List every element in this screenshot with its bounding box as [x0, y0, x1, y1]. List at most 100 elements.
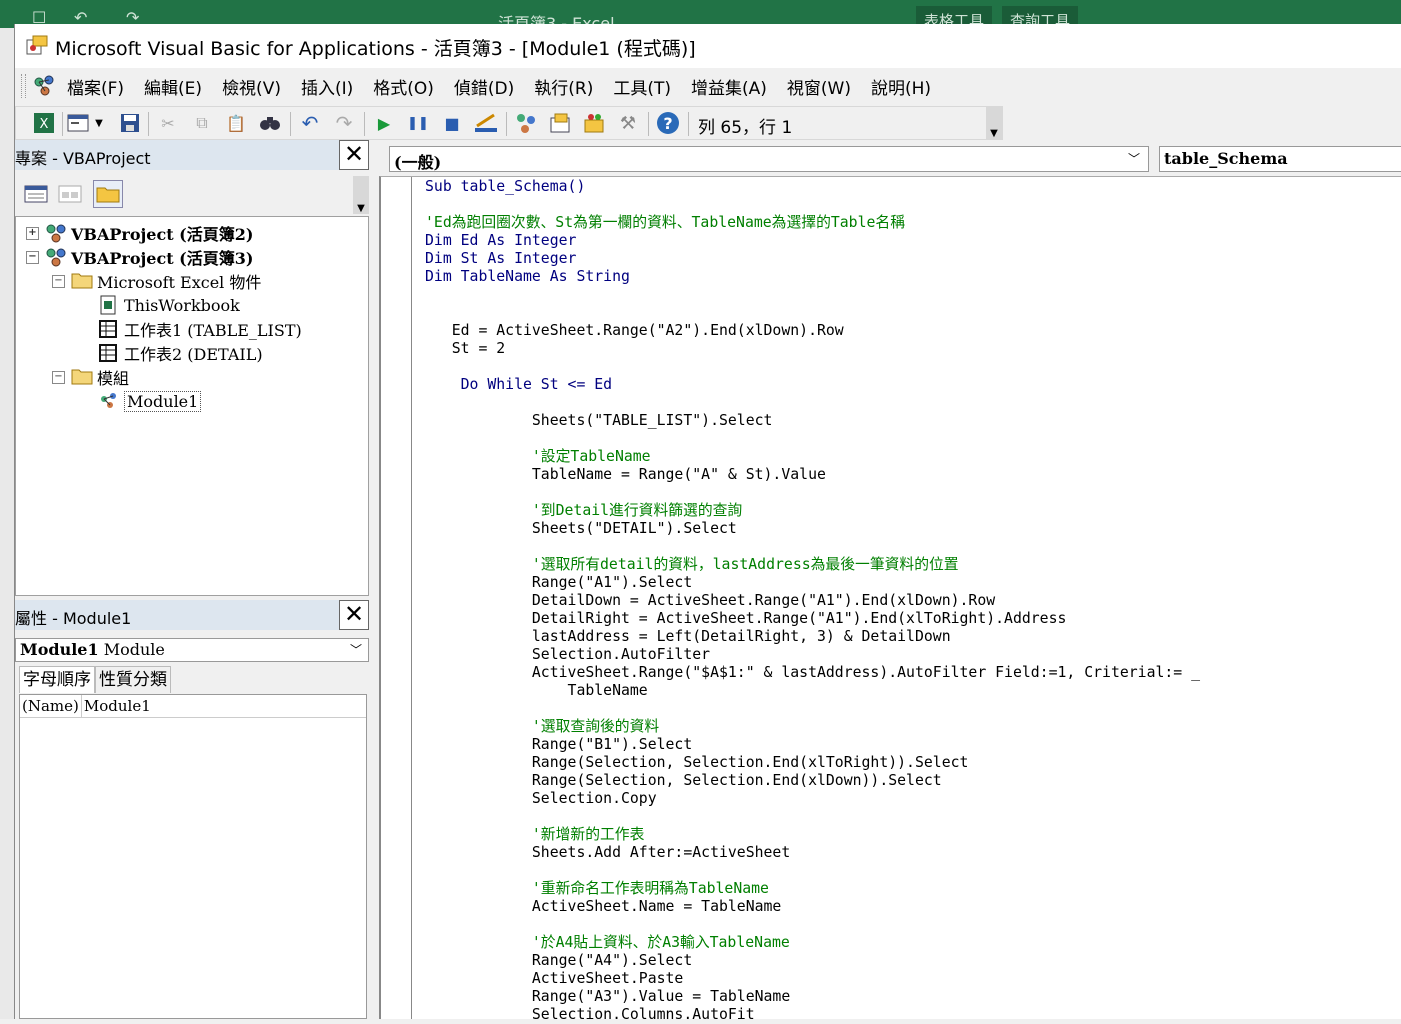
code-line[interactable]: ActiveSheet.Range("$A$1:" & lastAddress)… — [425, 664, 1200, 682]
cut-icon[interactable]: ✂ — [156, 111, 180, 135]
collapse-icon[interactable]: − — [52, 274, 65, 288]
excel-icon[interactable]: X — [32, 111, 56, 135]
code-text[interactable]: Sub table_Schema() 'Ed為跑回圈次數、St為第一欄的資料、Ta… — [425, 178, 1200, 1024]
code-line[interactable]: Dim Ed As Integer — [425, 232, 1200, 250]
code-line[interactable]: Ed = ActiveSheet.Range("A2").End(xlDown)… — [425, 322, 1200, 340]
tree-item[interactable]: 工作表1 (TABLE_LIST) — [78, 317, 302, 341]
help-icon[interactable]: ? — [656, 111, 680, 135]
collapse-icon[interactable]: − — [52, 370, 65, 384]
code-line[interactable]: DetailDown = ActiveSheet.Range("A1").End… — [425, 592, 1200, 610]
code-line[interactable]: Selection.Columns.AutoFit — [425, 1006, 1200, 1024]
tree-item[interactable]: Module1 — [78, 389, 202, 413]
chevron-down-icon[interactable]: ▼ — [92, 111, 106, 135]
code-line[interactable] — [425, 916, 1200, 934]
menu-item-help[interactable]: 說明(H) — [871, 74, 931, 99]
property-row[interactable]: (Name) Module1 — [20, 695, 366, 718]
reset-icon[interactable]: ■ — [440, 111, 464, 135]
tree-item[interactable]: − Microsoft Excel 物件 — [52, 269, 261, 293]
insert-userform-icon[interactable] — [66, 111, 90, 135]
chevron-down-icon[interactable]: ﹀ — [1128, 150, 1140, 167]
tree-item[interactable]: 工作表2 (DETAIL) — [78, 341, 263, 365]
code-line[interactable]: Sub table_Schema() — [425, 178, 1200, 196]
menu-item-tools[interactable]: 工具(T) — [613, 74, 671, 99]
paste-icon[interactable]: 📋 — [224, 111, 248, 135]
code-line[interactable] — [425, 304, 1200, 322]
menu-item-format[interactable]: 格式(O) — [373, 74, 434, 99]
close-icon[interactable]: ✕ — [339, 140, 369, 170]
project-explorer-icon[interactable] — [514, 111, 538, 135]
code-editor[interactable]: Sub table_Schema() 'Ed為跑回圈次數、St為第一欄的資料、Ta… — [379, 176, 1401, 1023]
menu-item-file[interactable]: 檔案(F) — [67, 74, 124, 99]
menu-item-window[interactable]: 視窗(W) — [787, 74, 851, 99]
break-icon[interactable]: ❚❚ — [406, 111, 430, 135]
menu-item-insert[interactable]: 插入(I) — [301, 74, 353, 99]
tab-alphabetic[interactable]: 字母順序 — [19, 666, 95, 693]
expand-icon[interactable]: + — [26, 226, 39, 240]
toolbar-options-icon[interactable]: ▼ — [986, 107, 1002, 139]
save-icon[interactable] — [118, 111, 142, 135]
code-line[interactable]: Dim St As Integer — [425, 250, 1200, 268]
code-margin[interactable] — [381, 177, 412, 1019]
code-line[interactable]: '新增新的工作表 — [425, 826, 1200, 844]
code-line[interactable]: Range("B1").Select — [425, 736, 1200, 754]
properties-object-select[interactable]: Module1 Module ﹀ — [15, 638, 369, 662]
code-line[interactable]: '於A4貼上資料、於A3輸入TableName — [425, 934, 1200, 952]
run-icon[interactable]: ▶ — [372, 111, 396, 135]
property-value[interactable]: Module1 — [82, 697, 153, 715]
code-line[interactable]: Sheets("DETAIL").Select — [425, 520, 1200, 538]
code-line[interactable]: '設定TableName — [425, 448, 1200, 466]
code-line[interactable] — [425, 394, 1200, 412]
code-line[interactable] — [425, 484, 1200, 502]
menu-item-view[interactable]: 檢視(V) — [222, 74, 281, 99]
code-line[interactable]: ActiveSheet.Paste — [425, 970, 1200, 988]
collapse-icon[interactable]: − — [26, 250, 39, 264]
code-line[interactable]: Dim TableName As String — [425, 268, 1200, 286]
code-line[interactable]: ActiveSheet.Name = TableName — [425, 898, 1200, 916]
find-icon[interactable] — [258, 111, 282, 135]
code-line[interactable]: '選取所有detail的資料，lastAddress為最後一筆資料的位置 — [425, 556, 1200, 574]
code-line[interactable]: '到Detail進行資料篩選的查詢 — [425, 502, 1200, 520]
code-line[interactable]: lastAddress = Left(DetailRight, 3) & Det… — [425, 628, 1200, 646]
code-line[interactable]: Range("A4").Select — [425, 952, 1200, 970]
vba-menu-icon[interactable] — [31, 72, 59, 100]
undo-icon[interactable]: ↶ — [298, 111, 322, 135]
tree-item[interactable]: − 模組 — [52, 365, 129, 389]
code-line[interactable]: Range(Selection, Selection.End(xlToRight… — [425, 754, 1200, 772]
code-line[interactable] — [425, 430, 1200, 448]
project-toolbar-scroll[interactable]: ▼ — [353, 176, 369, 214]
menu-item-edit[interactable]: 編輯(E) — [144, 74, 202, 99]
code-line[interactable] — [425, 700, 1200, 718]
code-line[interactable]: Do While St <= Ed — [425, 376, 1200, 394]
view-code-icon[interactable] — [21, 180, 51, 208]
chevron-down-icon[interactable]: ﹀ — [350, 641, 362, 658]
toolbox-icon[interactable]: ⚒ — [616, 111, 640, 135]
properties-icon[interactable] — [548, 111, 572, 135]
code-line[interactable]: TableName = Range("A" & St).Value — [425, 466, 1200, 484]
code-line[interactable]: Selection.AutoFilter — [425, 646, 1200, 664]
code-line[interactable]: DetailRight = ActiveSheet.Range("A1").En… — [425, 610, 1200, 628]
code-line[interactable] — [425, 862, 1200, 880]
close-icon[interactable]: ✕ — [339, 600, 369, 630]
code-line[interactable] — [425, 286, 1200, 304]
code-line[interactable] — [425, 538, 1200, 556]
code-line[interactable]: Sheets("TABLE_LIST").Select — [425, 412, 1200, 430]
object-browser-icon[interactable] — [582, 111, 606, 135]
tree-item[interactable]: ThisWorkbook — [78, 293, 240, 317]
code-line[interactable]: Range("A1").Select — [425, 574, 1200, 592]
code-line[interactable]: '選取查詢後的資料 — [425, 718, 1200, 736]
copy-icon[interactable]: ⧉ — [190, 111, 214, 135]
tree-item[interactable]: + VBAProject (活頁簿2) — [26, 221, 253, 245]
menu-item-addins[interactable]: 增益集(A) — [691, 74, 767, 99]
panel-splitter[interactable] — [371, 140, 379, 1019]
redo-icon[interactable]: ↷ — [332, 111, 356, 135]
tree-item[interactable]: − VBAProject (活頁簿3) — [26, 245, 253, 269]
view-object-icon[interactable] — [55, 180, 85, 208]
tab-categorized[interactable]: 性質分類 — [95, 666, 171, 693]
object-combo[interactable]: (一般) ﹀ — [389, 146, 1149, 172]
code-line[interactable]: St = 2 — [425, 340, 1200, 358]
code-line[interactable]: 'Ed為跑回圈次數、St為第一欄的資料、TableName為選擇的Table名稱 — [425, 214, 1200, 232]
code-line[interactable]: Sheets.Add After:=ActiveSheet — [425, 844, 1200, 862]
code-line[interactable] — [425, 358, 1200, 376]
code-line[interactable]: TableName — [425, 682, 1200, 700]
procedure-combo[interactable]: table_Schema — [1159, 146, 1401, 172]
